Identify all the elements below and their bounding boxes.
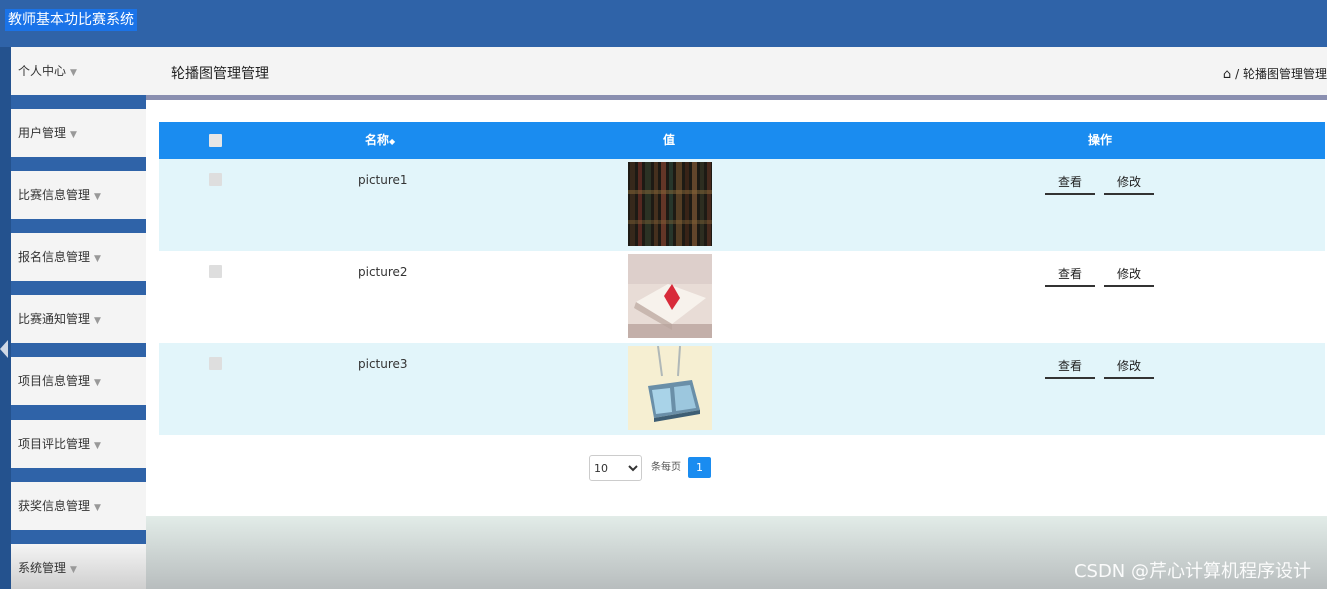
sidebar-item-label: 获奖信息管理 — [18, 499, 91, 513]
sidebar-item-label: 个人中心 — [18, 64, 67, 78]
caret-down-icon: ▼ — [70, 68, 77, 78]
per-page-label: 条每页 — [651, 462, 681, 473]
row-checkbox[interactable] — [209, 357, 222, 370]
view-button[interactable]: 查看 — [1045, 357, 1095, 379]
sidebar-item-label: 项目信息管理 — [18, 374, 91, 388]
sidebar-item-award-info[interactable]: 获奖信息管理 ▼ — [11, 482, 146, 530]
table-row: picture2 查看 修改 — [159, 251, 1325, 343]
dark-bookshelf-image — [628, 162, 712, 246]
divider — [146, 95, 1327, 100]
edit-button[interactable]: 修改 — [1104, 357, 1154, 379]
column-header-name[interactable]: 名称◆ — [365, 122, 395, 160]
edit-button[interactable]: 修改 — [1104, 173, 1154, 195]
caret-down-icon: ▼ — [94, 378, 101, 388]
caret-down-icon: ▼ — [94, 441, 101, 451]
row-checkbox[interactable] — [209, 265, 222, 278]
page-number-button[interactable]: 1 — [688, 457, 711, 478]
sidebar-item-label: 比赛通知管理 — [18, 312, 91, 326]
caret-down-icon: ▼ — [70, 565, 77, 575]
caret-down-icon: ▼ — [94, 316, 101, 326]
sidebar-item-personal-center[interactable]: 个人中心 ▼ — [11, 47, 146, 95]
column-header-actions: 操作 — [1088, 133, 1113, 147]
sidebar-item-registration-info[interactable]: 报名信息管理 ▼ — [11, 233, 146, 281]
table-row: picture3 查看 修改 — [159, 343, 1325, 435]
content-title-bar: 轮播图管理管理 ⌂ / 轮播图管理管理 — [146, 47, 1327, 95]
collapse-sidebar-icon[interactable] — [0, 340, 8, 358]
sidebar-item-system-management[interactable]: 系统管理 ▼ — [11, 544, 146, 589]
row-name: picture2 — [358, 265, 408, 279]
row-checkbox[interactable] — [209, 173, 222, 186]
page-title: 轮播图管理管理 — [171, 66, 269, 82]
column-header-value: 值 — [663, 133, 676, 147]
sidebar-item-project-info[interactable]: 项目信息管理 ▼ — [11, 357, 146, 405]
sidebar-item-competition-notice[interactable]: 比赛通知管理 ▼ — [11, 295, 146, 343]
open-book-image — [628, 254, 712, 338]
caret-down-icon: ▼ — [94, 254, 101, 264]
caret-down-icon: ▼ — [94, 192, 101, 202]
app-title: 教师基本功比赛系统 — [5, 9, 137, 31]
sidebar-item-label: 系统管理 — [18, 561, 67, 575]
page-size-select[interactable]: 10 — [589, 455, 642, 481]
column-name-label: 名称 — [365, 133, 390, 147]
breadcrumb: ⌂ / 轮播图管理管理 — [1223, 47, 1327, 102]
breadcrumb-current: 轮播图管理管理 — [1242, 67, 1327, 81]
sidebar-edge — [0, 47, 11, 589]
watermark: CSDN @芹心计算机程序设计 — [1073, 561, 1311, 582]
caret-down-icon: ▼ — [70, 130, 77, 140]
table-header: 名称◆ 值 操作 — [159, 122, 1325, 159]
sidebar-item-project-evaluation[interactable]: 项目评比管理 ▼ — [11, 420, 146, 468]
row-name: picture1 — [358, 173, 408, 187]
sort-icon[interactable]: ◆ — [389, 137, 395, 146]
table-row: picture1 查看 修改 — [159, 159, 1325, 251]
sidebar-item-competition-info[interactable]: 比赛信息管理 ▼ — [11, 171, 146, 219]
top-header: 教师基本功比赛系统 — [0, 0, 1327, 47]
select-all-checkbox[interactable] — [209, 134, 222, 147]
row-name: picture3 — [358, 357, 408, 371]
sidebar-item-label: 报名信息管理 — [18, 250, 91, 264]
book-illustration-image — [628, 346, 712, 430]
sidebar-item-label: 用户管理 — [18, 126, 67, 140]
view-button[interactable]: 查看 — [1045, 173, 1095, 195]
home-icon[interactable]: ⌂ — [1223, 67, 1231, 82]
breadcrumb-separator: / — [1235, 67, 1240, 81]
caret-down-icon: ▼ — [94, 503, 101, 513]
carousel-table: 名称◆ 值 操作 picture1 查看 修改 picture2 查看 修改 p… — [159, 122, 1325, 435]
sidebar-item-user-management[interactable]: 用户管理 ▼ — [11, 109, 146, 157]
sidebar-item-label: 项目评比管理 — [18, 437, 91, 451]
edit-button[interactable]: 修改 — [1104, 265, 1154, 287]
view-button[interactable]: 查看 — [1045, 265, 1095, 287]
sidebar-item-label: 比赛信息管理 — [18, 188, 91, 202]
